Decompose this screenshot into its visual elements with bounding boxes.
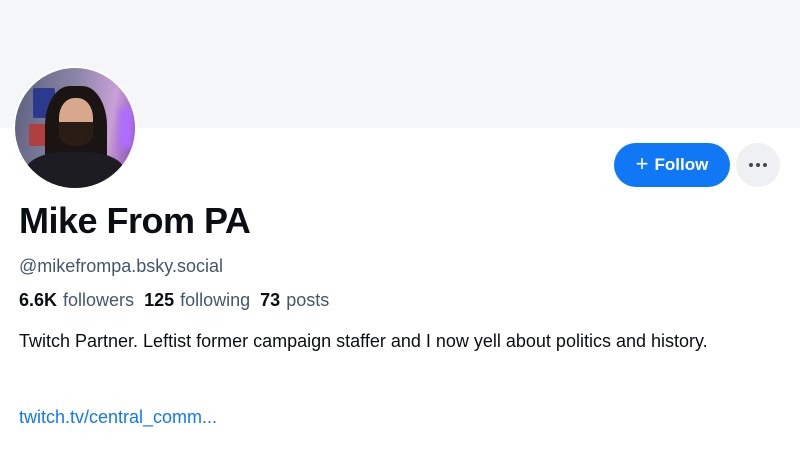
profile-link[interactable]: twitch.tv/central_comm... bbox=[19, 407, 217, 428]
ellipsis-icon bbox=[749, 163, 767, 167]
following-label: following bbox=[180, 290, 251, 310]
followers-stat[interactable]: 6.6K followers bbox=[19, 290, 134, 311]
follow-button[interactable]: + Follow bbox=[614, 143, 730, 187]
display-name: Mike From PA bbox=[19, 200, 251, 241]
profile-bio: Twitch Partner. Leftist former campaign … bbox=[19, 331, 708, 351]
followers-label: followers bbox=[63, 290, 135, 310]
following-stat[interactable]: 125 following bbox=[144, 290, 250, 311]
posts-label: posts bbox=[286, 290, 330, 310]
following-count: 125 bbox=[144, 290, 175, 310]
profile-handle: @mikefrompa.bsky.social bbox=[19, 256, 223, 276]
follow-label: Follow bbox=[654, 155, 709, 174]
profile-stats: 6.6K followers 125 following 73 posts bbox=[19, 290, 329, 311]
more-options-button[interactable] bbox=[736, 143, 780, 187]
avatar[interactable] bbox=[13, 66, 137, 190]
posts-count: 73 bbox=[260, 290, 281, 310]
followers-count: 6.6K bbox=[19, 290, 58, 310]
posts-stat: 73 posts bbox=[260, 290, 329, 311]
plus-icon: + bbox=[635, 151, 649, 176]
avatar-photo bbox=[15, 68, 135, 188]
